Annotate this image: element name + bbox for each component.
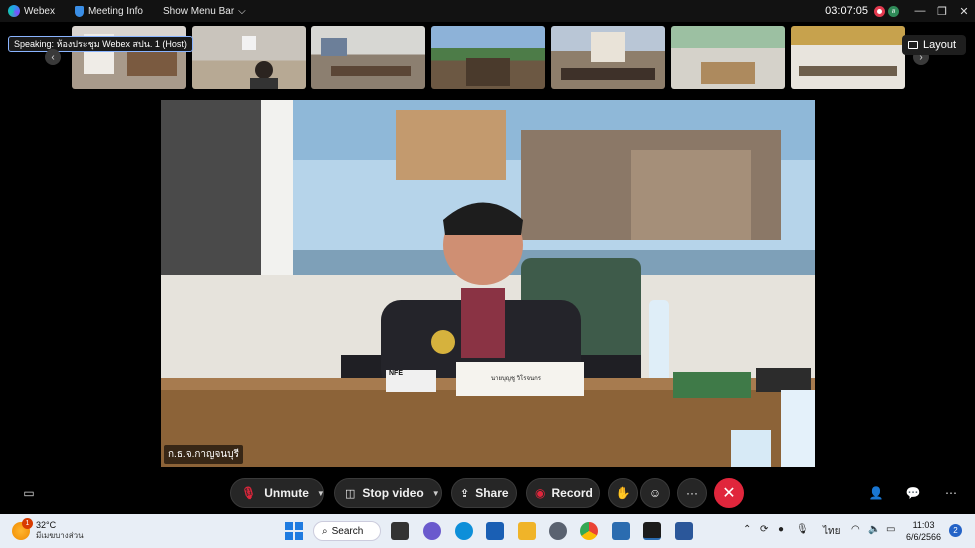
participant-thumbnail[interactable]	[431, 26, 545, 89]
taskbar-search[interactable]: ⌕ Search	[313, 521, 381, 541]
app-name: Webex	[24, 5, 55, 17]
room-scene-icon	[701, 62, 755, 84]
webex-taskbar-icon[interactable]	[643, 522, 661, 540]
record-button[interactable]: ◉ Record	[526, 478, 600, 508]
camera-icon: ◫	[345, 487, 356, 500]
search-icon: ⌕	[322, 525, 328, 537]
speaker-muted-icon[interactable]: 🔈	[868, 524, 880, 535]
more-icon[interactable]: ⋯	[943, 485, 959, 501]
unmute-button[interactable]: 🎙 Unmute ▼	[230, 478, 325, 508]
close-icon[interactable]: ✕	[953, 5, 975, 18]
stop-video-button[interactable]: ◫ Stop video ▼	[334, 478, 442, 508]
title-bar: Webex Meeting Info Show Menu Bar ⌵ 03:07…	[0, 0, 975, 22]
battery-icon[interactable]: ▭	[886, 524, 895, 535]
mic-muted-tray-icon[interactable]: 🎙	[796, 524, 809, 535]
avatar[interactable]: ส	[888, 5, 899, 17]
chevron-down-icon[interactable]: ▼	[432, 489, 440, 498]
weather-widget[interactable]: 1 32°C มีเมฆบางส่วน	[12, 517, 84, 541]
unmute-label: Unmute	[264, 486, 309, 500]
webex-app-menu[interactable]: Webex	[8, 5, 55, 17]
person-icon	[242, 36, 278, 89]
weather-badge: 1	[22, 517, 33, 529]
language-indicator[interactable]: ไทย	[823, 524, 840, 539]
muted-mic-icon: 🎙	[241, 486, 257, 500]
participant-name: ก.ธ.จ.กาญจนบุรี	[164, 445, 243, 464]
layout-icon	[908, 41, 918, 49]
record-label: Record	[551, 486, 593, 500]
webex-tray-icon[interactable]: ●	[778, 524, 784, 535]
chrome-icon[interactable]	[580, 522, 598, 540]
room-scene-icon	[466, 58, 510, 86]
participant-thumbnail[interactable]	[791, 26, 905, 89]
nameplate: นายบุญชู วิโรจนกร	[491, 376, 541, 382]
meeting-timer: 03:07:05	[825, 5, 868, 17]
layout-button[interactable]: Layout	[902, 35, 966, 55]
wifi-icon[interactable]: ◠	[851, 524, 860, 535]
main-video: NFE นายบุญชู วิโรจนกร ก.ธ.จ.กาญจนบุรี	[161, 100, 815, 467]
system-clock[interactable]: 11:03 6/6/2566	[906, 519, 941, 543]
meeting-info-label: Meeting Info	[87, 5, 143, 17]
show-menu-bar-button[interactable]: Show Menu Bar ⌵	[163, 6, 246, 17]
meeting-info-button[interactable]: Meeting Info	[74, 5, 143, 17]
chat-icon[interactable]: 💬	[905, 485, 921, 501]
hand-icon: ✋	[615, 486, 631, 500]
minimize-icon[interactable]: —	[909, 5, 931, 17]
sync-icon[interactable]: ⟳	[760, 524, 768, 535]
show-menu-bar-label: Show Menu Bar	[163, 5, 235, 17]
room-scene-icon	[799, 66, 897, 76]
clock-time: 11:03	[912, 520, 935, 530]
search-label: Search	[331, 525, 364, 537]
participant-thumbnail[interactable]	[311, 26, 425, 89]
chevron-left-icon: ‹	[51, 51, 55, 63]
layout-label: Layout	[923, 39, 957, 51]
teams-chat-icon[interactable]	[423, 522, 441, 540]
captions-icon[interactable]: ▭	[21, 485, 37, 501]
raise-hand-button[interactable]: ✋	[608, 478, 638, 508]
chevron-down-icon: ⌵	[238, 5, 246, 17]
scroll-left-button[interactable]: ‹	[45, 49, 61, 65]
smiley-icon: ☺	[648, 486, 662, 500]
close-icon: ✕	[722, 485, 736, 502]
room-scene-icon	[561, 32, 655, 80]
share-icon: ⇪	[460, 487, 470, 500]
more-options-button[interactable]: ···	[677, 478, 707, 508]
participant-thumbnail[interactable]	[551, 26, 665, 89]
recording-indicator-icon	[874, 5, 885, 17]
stop-video-label: Stop video	[362, 486, 424, 500]
speaking-indicator: Speaking: ห้องประชุม Webex สปน. 1 (Host)	[8, 36, 193, 52]
store-icon[interactable]	[486, 522, 504, 540]
task-view-icon[interactable]	[391, 522, 409, 540]
participants-icon[interactable]: 👤	[868, 485, 884, 501]
weather-description: มีเมฆบางส่วน	[36, 531, 84, 540]
clock-date: 6/6/2566	[906, 532, 942, 542]
webex-logo-icon	[8, 5, 20, 17]
windows-start-icon[interactable]	[285, 522, 303, 540]
chevron-up-icon[interactable]: ⌃	[743, 524, 751, 535]
edge-icon[interactable]	[455, 522, 473, 540]
chevron-down-icon[interactable]: ▼	[317, 489, 325, 498]
more-icon: ···	[686, 486, 698, 500]
video-scene-icon	[161, 100, 815, 467]
record-icon: ◉	[535, 486, 546, 500]
reactions-button[interactable]: ☺	[640, 478, 670, 508]
room-scene-icon	[321, 38, 411, 76]
share-button[interactable]: ⇪ Share	[451, 478, 517, 508]
share-label: Share	[475, 486, 509, 500]
media-player-icon[interactable]	[612, 522, 630, 540]
leave-meeting-button[interactable]: ✕	[714, 478, 744, 508]
temperature: 32°C	[36, 520, 57, 530]
notification-badge[interactable]: 2	[949, 524, 962, 537]
shield-icon	[74, 5, 84, 17]
participant-thumbnail[interactable]	[192, 26, 306, 89]
file-explorer-icon[interactable]	[518, 522, 536, 540]
windows-taskbar: 1 32°C มีเมฆบางส่วน ⌕ Search ⌃ ⟳ ● 🎙 ไทย…	[0, 514, 975, 548]
settings-icon[interactable]	[549, 522, 567, 540]
weather-icon: 1	[12, 517, 33, 540]
participant-thumbnail[interactable]	[671, 26, 785, 89]
word-icon[interactable]	[675, 522, 693, 540]
microphone-label: NFE	[389, 370, 403, 377]
restore-icon[interactable]: ❐	[931, 5, 953, 18]
